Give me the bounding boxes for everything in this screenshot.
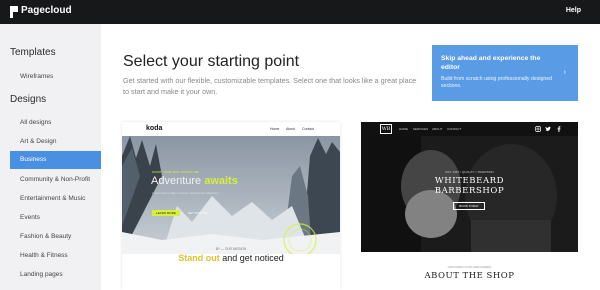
designs-heading: Designs xyxy=(10,94,47,105)
hero-button: BOOK TODAY xyxy=(453,202,485,210)
sidebar-item-entertainment-music[interactable]: Entertainment & Music xyxy=(10,190,101,208)
skip-title: Skip ahead and experience the editor xyxy=(441,55,541,71)
hero-title-line: BARBERSHOP xyxy=(434,186,505,196)
hero-primary-button: LEARN MORE xyxy=(152,210,180,216)
template-nav: WB HOME SERVICES ABOUT CONTACT xyxy=(361,122,578,136)
template-nav-link: About xyxy=(286,127,296,131)
hero-subtext: Lorem ipsum dolor sit amet consectetur a… xyxy=(152,191,219,195)
sidebar-item-events[interactable]: Events xyxy=(10,209,101,227)
template-brand: koda xyxy=(146,125,163,132)
hero-headline-accent: awaits xyxy=(204,175,238,187)
section-headline: ABOUT THE SHOP xyxy=(424,271,515,281)
hero-kicker: EST. 1967 • QUALITY • TRADITION xyxy=(445,170,494,174)
hero-headline-part: Adventure xyxy=(151,175,205,187)
templates-heading: Templates xyxy=(10,47,56,58)
template-nav-link: Home xyxy=(270,127,280,131)
top-bar: Pagecloud Help xyxy=(0,0,600,24)
template-nav: koda Home About Contact xyxy=(122,122,340,136)
sidebar-item-community-non-profit[interactable]: Community & Non-Profit xyxy=(10,171,101,189)
section-headline: Stand out and get noticed xyxy=(122,253,340,263)
sidebar-item-art-design[interactable]: Art & Design xyxy=(10,133,101,151)
hero-title: WHITEBEARD BARBERSHOP xyxy=(361,176,578,196)
help-link[interactable]: Help xyxy=(566,7,581,14)
sidebar-item-landing-pages[interactable]: Landing pages xyxy=(10,266,101,284)
template-logo: WB xyxy=(380,124,392,134)
section-label: BY — OUR MISSION xyxy=(215,247,247,251)
facebook-icon xyxy=(556,126,562,132)
sidebar-item-all-designs[interactable]: All designs xyxy=(10,114,101,132)
page-description: Get started with our flexible, customiza… xyxy=(123,76,417,96)
page-title: Select your starting point xyxy=(123,53,300,70)
chevron-right-icon: › xyxy=(563,69,566,76)
hero-kicker: START YOUR NEXT ADVENTURE xyxy=(152,170,199,174)
skip-to-editor-card[interactable]: Skip ahead and experience the editor Bui… xyxy=(432,45,578,101)
sidebar-item-wireframes[interactable]: Wireframes xyxy=(10,68,101,86)
sidebar-item-business[interactable]: Business xyxy=(10,151,101,169)
template-nav-link: CONTACT xyxy=(447,127,462,131)
section-headline-part: and get noticed xyxy=(219,253,284,263)
section-headline-accent: Stand out xyxy=(178,253,220,263)
hero-title-line: WHITEBEARD xyxy=(434,176,505,186)
template-nav-link: HOME xyxy=(399,127,408,131)
template-nav-link: Contact xyxy=(302,127,315,131)
hero-secondary-button: GET STARTED → xyxy=(187,211,213,215)
instagram-icon xyxy=(535,126,541,132)
brand-name[interactable]: Pagecloud xyxy=(21,5,72,16)
template-nav-link: ABOUT xyxy=(432,127,443,131)
hero-headline: Adventure awaits xyxy=(151,175,238,187)
template-card-koda[interactable]: koda Home About Contact START YOUR NEXT … xyxy=(122,122,340,290)
twitter-icon xyxy=(545,126,551,132)
sidebar-item-health-fitness[interactable]: Health & Fitness xyxy=(10,247,101,265)
template-nav-link: SERVICES xyxy=(413,127,429,131)
pagecloud-logo-icon[interactable] xyxy=(10,6,18,18)
sidebar-item-fashion-beauty[interactable]: Fashion & Beauty xyxy=(10,228,101,246)
skip-subtitle: Build from scratch using professionally … xyxy=(441,76,553,89)
section-label: GROOMING FOR GENTLEMEN xyxy=(447,265,492,269)
snowy-forest-image xyxy=(122,136,340,254)
sidebar: Templates Wireframes Designs All designs… xyxy=(0,24,101,290)
template-card-whitebeard[interactable]: WB HOME SERVICES ABOUT CONTACT EST. 1967… xyxy=(361,122,578,290)
